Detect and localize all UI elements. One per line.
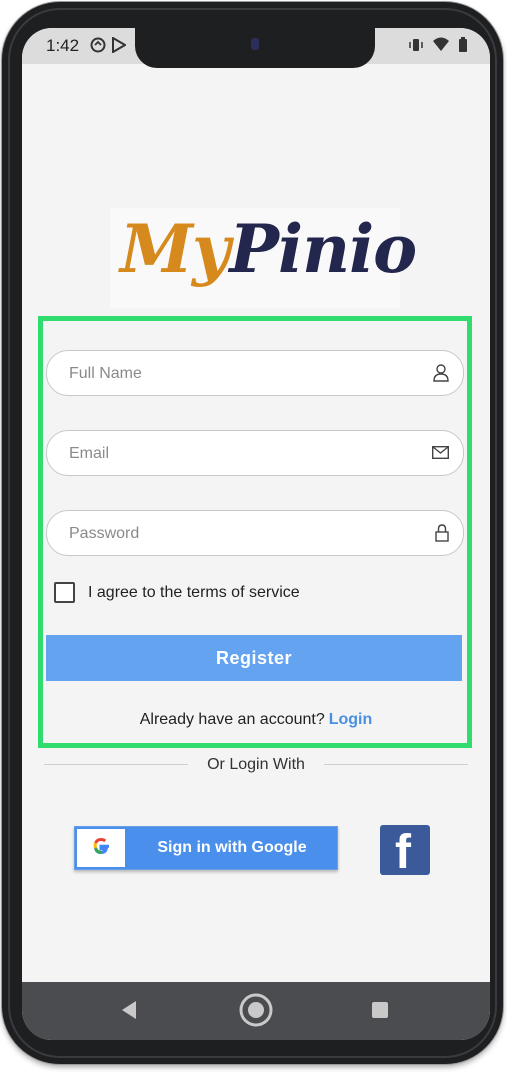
facebook-login-button[interactable]: f <box>380 825 430 879</box>
login-prompt: Already have an account? Login <box>22 711 490 729</box>
google-icon <box>90 835 112 862</box>
google-logo-box <box>77 829 125 867</box>
app-screen: 1:42 MyPinio Full Name Email I agree to … <box>22 28 490 1040</box>
terms-label: I agree to the terms of service <box>88 583 300 601</box>
user-icon <box>433 364 449 387</box>
facebook-icon: f <box>395 826 411 879</box>
vibrate-icon <box>408 37 424 58</box>
recent-apps-icon[interactable] <box>372 1002 388 1018</box>
password-field[interactable] <box>46 510 464 557</box>
logo-my: My <box>120 210 230 288</box>
already-account-text: Already have an account? <box>139 711 325 728</box>
sync-icon <box>90 37 106 58</box>
google-sign-in-button[interactable]: Sign in with Google <box>74 826 338 870</box>
register-button[interactable]: Register <box>46 635 462 681</box>
full-name-field[interactable] <box>46 350 464 397</box>
envelope-icon <box>431 445 450 464</box>
lock-icon <box>435 524 449 547</box>
google-sign-in-label: Sign in with Google <box>157 839 307 856</box>
play-store-icon <box>112 36 127 58</box>
phone-frame: 1:42 MyPinio Full Name Email I agree to … <box>2 2 503 1064</box>
home-icon[interactable] <box>238 992 274 1033</box>
logo-pinio: Pinio <box>229 210 417 288</box>
terms-agreement: I agree to the terms of service <box>54 582 300 603</box>
or-login-with-text: Or Login With <box>207 756 305 773</box>
login-link[interactable]: Login <box>329 711 373 728</box>
email-input[interactable] <box>67 431 411 477</box>
back-icon[interactable] <box>120 1000 138 1025</box>
front-camera <box>251 38 259 50</box>
full-name-input[interactable] <box>67 351 411 397</box>
email-field[interactable] <box>46 430 464 477</box>
battery-icon <box>458 37 468 58</box>
terms-checkbox[interactable] <box>54 582 75 603</box>
camera-notch <box>135 28 375 68</box>
wifi-icon <box>432 37 450 58</box>
navigation-bar <box>22 982 490 1040</box>
mypinio-logo: MyPinio <box>120 216 417 282</box>
status-time: 1:42 <box>46 36 80 55</box>
password-input[interactable] <box>67 511 411 557</box>
